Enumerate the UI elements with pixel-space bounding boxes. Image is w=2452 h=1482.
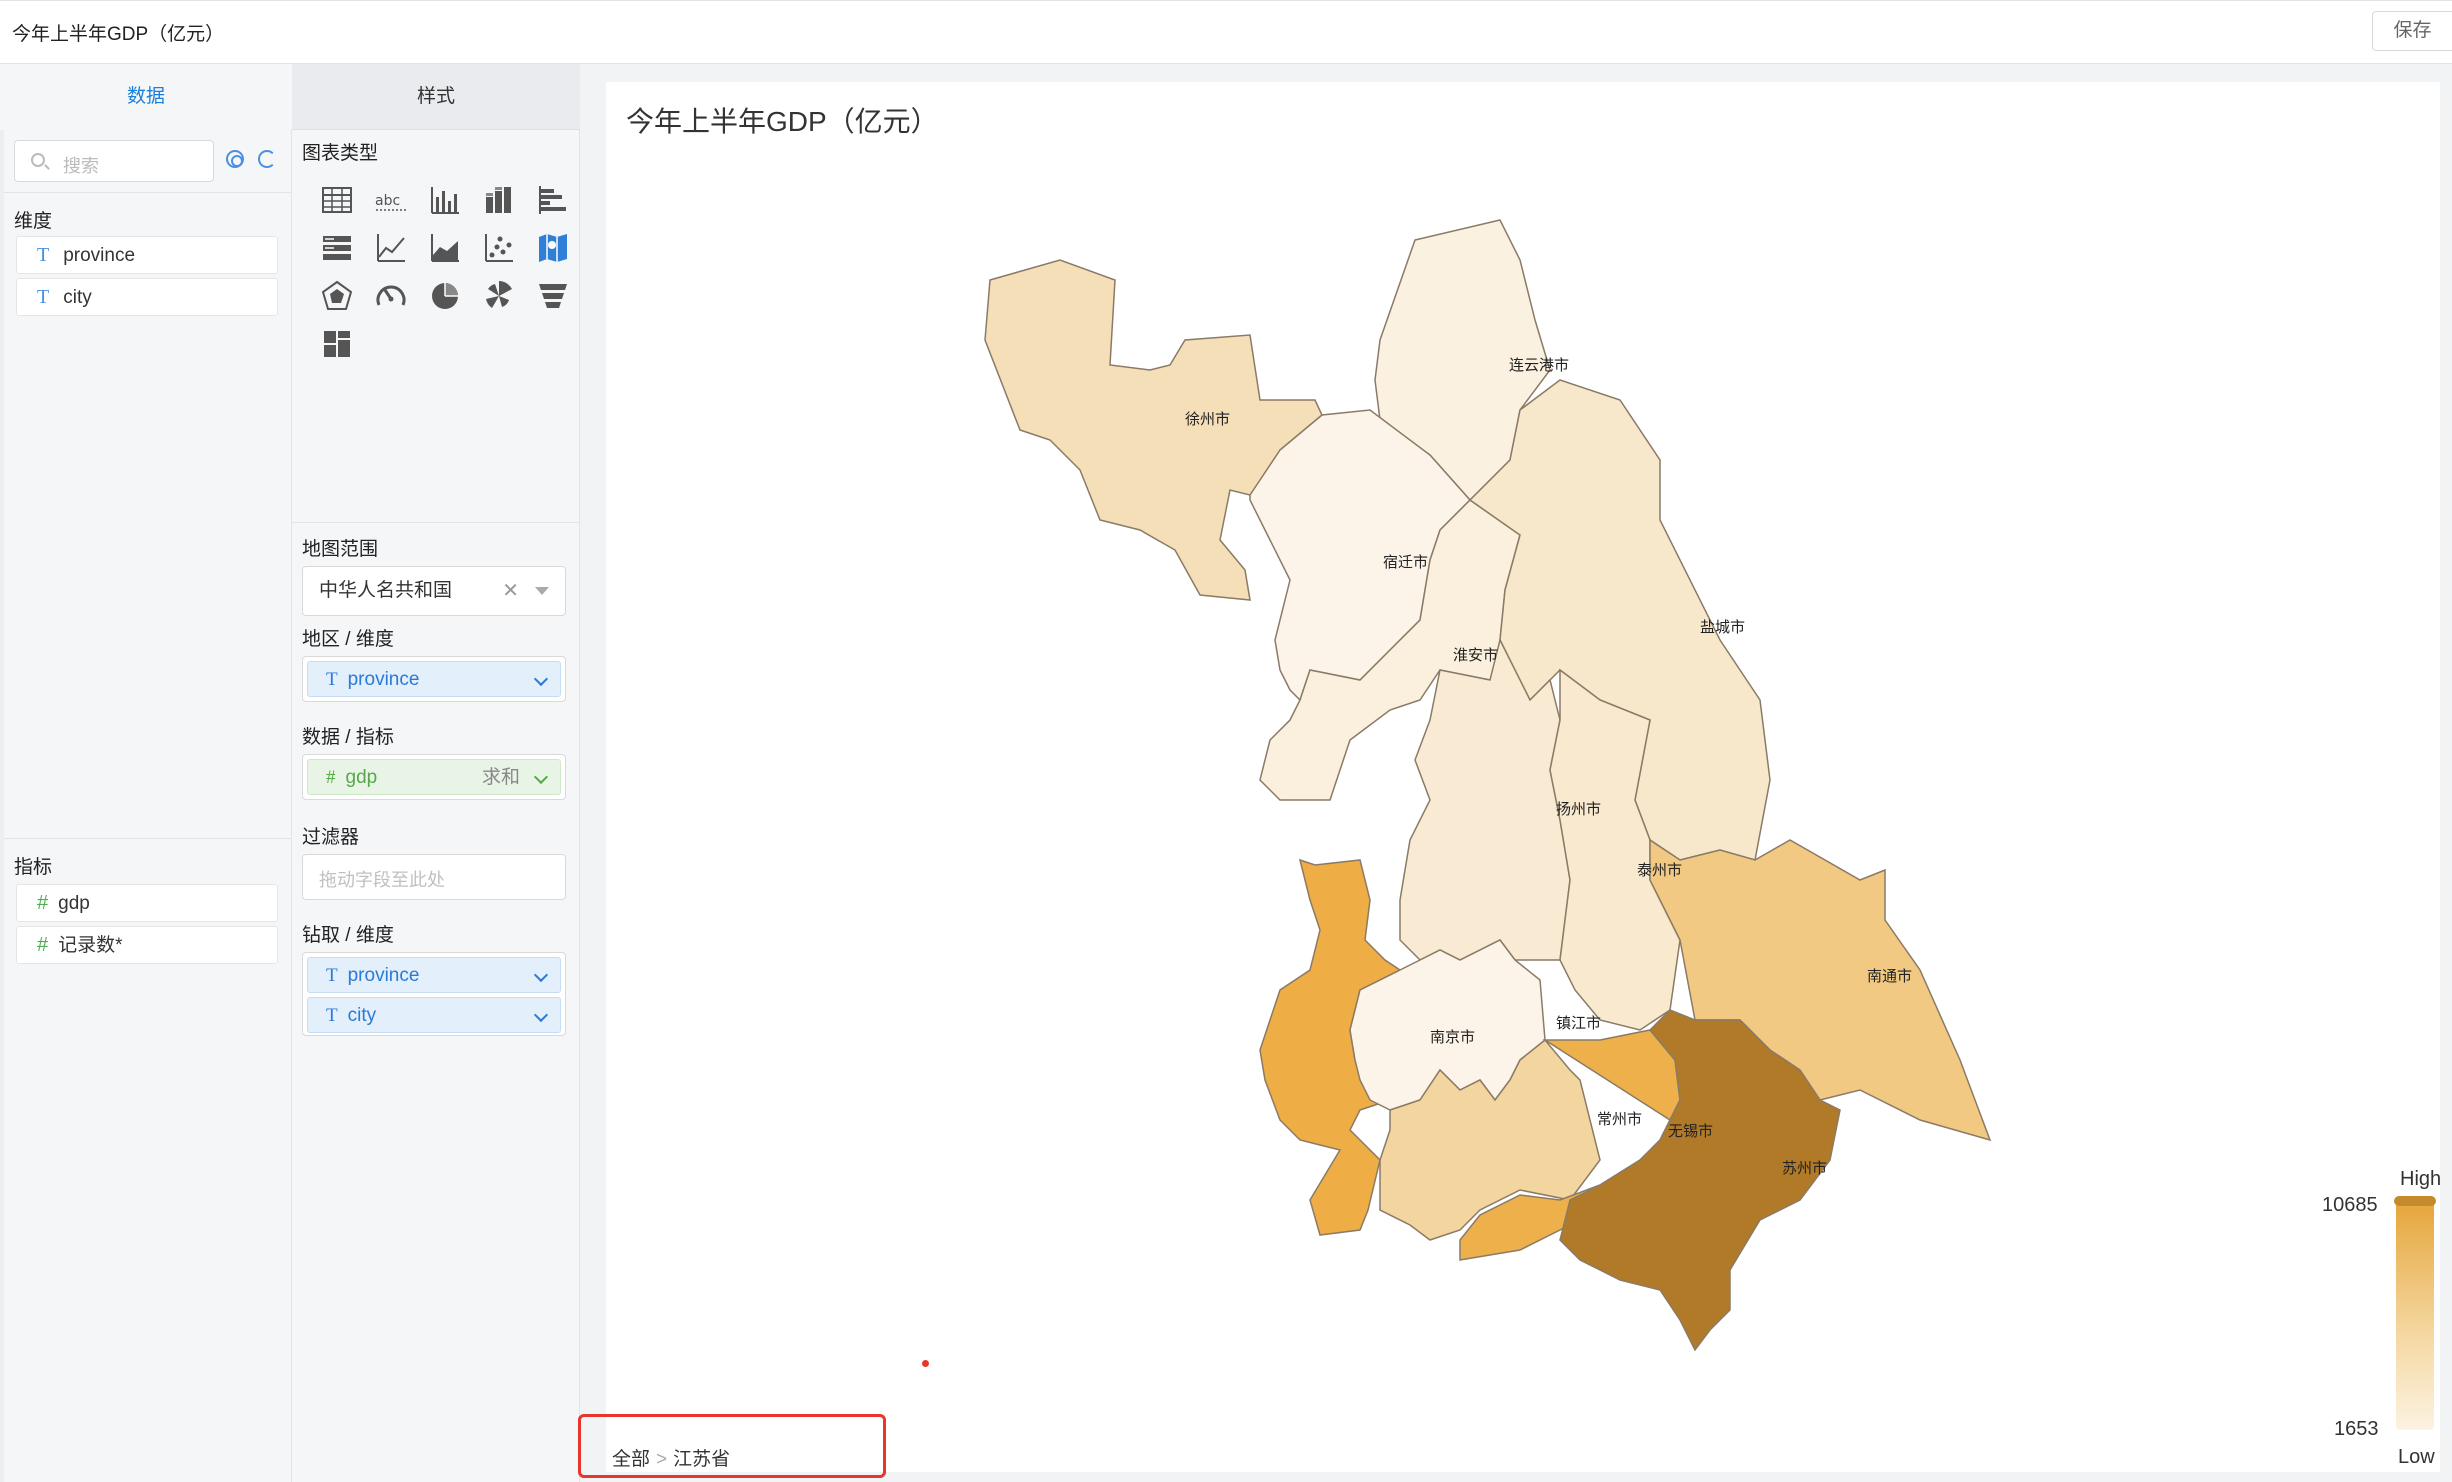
drill-slot[interactable]: Tprovince Tcity (302, 952, 566, 1036)
drill-label: 钻取 / 维度 (302, 925, 394, 946)
tab-data[interactable]: 数据 (0, 64, 292, 130)
dimension-field-province[interactable]: Tprovince (16, 236, 278, 274)
map-scope-value: 中华人名共和国 (319, 580, 453, 601)
divider (4, 192, 292, 193)
funnel-icon[interactable] (526, 272, 580, 320)
legend-gradient[interactable] (2396, 1200, 2434, 1430)
search-placeholder: 搜索 (63, 156, 99, 176)
data-panel (0, 64, 292, 1482)
city-label: 常州市 (1597, 1110, 1642, 1128)
chevron-down-icon[interactable] (533, 671, 549, 687)
dimensions-label: 维度 (14, 211, 53, 232)
map-region-xuzhou (984, 259, 1323, 601)
dashboard-icon[interactable] (310, 320, 364, 368)
map-scope-label: 地图范围 (302, 539, 379, 560)
radar-icon[interactable] (310, 272, 364, 320)
measures-label: 指标 (14, 857, 53, 878)
city-label: 苏州市 (1782, 1159, 1827, 1177)
chevron-down-icon[interactable] (533, 769, 549, 785)
text-type-icon: T (326, 965, 338, 986)
search-input[interactable]: 搜索 (14, 140, 214, 182)
scatter-icon[interactable] (472, 224, 526, 272)
caret-down-icon[interactable] (535, 587, 549, 595)
area-chart-icon[interactable] (418, 224, 472, 272)
save-button[interactable]: 保存 (2372, 11, 2452, 51)
chart-types-label: 图表类型 (302, 143, 379, 164)
detail-table-icon[interactable] (310, 224, 364, 272)
measure-field-gdp[interactable]: # gdp (16, 884, 278, 922)
city-label: 南通市 (1867, 967, 1912, 985)
svg-text:abc: abc (375, 193, 400, 209)
pie-icon[interactable] (418, 272, 472, 320)
city-label: 连云港市 (1509, 356, 1569, 374)
chevron-down-icon[interactable] (533, 1007, 549, 1023)
city-label: 南京市 (1430, 1028, 1475, 1046)
measure-field-count[interactable]: # 记录数* (16, 926, 278, 964)
annotation-highlight-box (578, 1414, 886, 1478)
panel-tabs: 数据 样式 (0, 64, 580, 130)
region-label: 地区 / 维度 (302, 629, 394, 650)
marker-dot (922, 1360, 929, 1367)
legend-min-value: 1653 (2334, 1418, 2379, 1440)
city-label: 扬州市 (1556, 800, 1601, 818)
chart-type-grid: abc (310, 176, 570, 368)
city-label: 无锡市 (1668, 1122, 1713, 1140)
text-type-icon: T (37, 244, 50, 266)
map-icon[interactable] (526, 224, 580, 272)
gauge-icon[interactable] (364, 272, 418, 320)
metric-pill[interactable]: # gdp 求和 (307, 759, 561, 795)
legend-handle[interactable] (2394, 1196, 2436, 1206)
drill-pill-province[interactable]: Tprovince (307, 957, 561, 993)
city-label: 宿迁市 (1383, 553, 1428, 571)
chevron-down-icon[interactable] (533, 967, 549, 983)
horizontal-bar-icon[interactable] (526, 176, 580, 224)
dimension-field-city[interactable]: Tcity (16, 278, 278, 316)
map-scope-select[interactable]: 中华人名共和国 ✕ (302, 566, 566, 616)
bar-chart-icon[interactable] (418, 176, 472, 224)
jiangsu-map: 连云港市 徐州市 宿迁市 淮安市 盐城市 扬州市 泰州市 南通市 南京市 镇江市… (984, 219, 1992, 1352)
text-type-icon: T (37, 286, 50, 308)
stacked-bar-icon[interactable] (472, 176, 526, 224)
aggregation-label: 求和 (481, 767, 520, 788)
region-slot[interactable]: Tprovince (302, 656, 566, 702)
drill-pill-city[interactable]: Tcity (307, 997, 561, 1033)
text-icon[interactable]: abc (364, 176, 418, 224)
line-chart-icon[interactable] (364, 224, 418, 272)
search-icon (31, 153, 45, 167)
number-type-icon: # (37, 892, 49, 914)
filter-drop-zone[interactable]: 拖动字段至此处 (302, 854, 566, 900)
text-type-icon: T (326, 1005, 338, 1026)
city-label: 盐城市 (1700, 618, 1745, 636)
city-label: 淮安市 (1453, 646, 1498, 664)
city-label: 徐州市 (1185, 410, 1230, 428)
filter-label: 过滤器 (302, 827, 360, 848)
divider (292, 522, 580, 523)
clear-icon[interactable]: ✕ (502, 567, 519, 615)
number-type-icon: # (326, 767, 336, 788)
legend-high-label: High (2400, 1168, 2442, 1190)
metric-slot[interactable]: # gdp 求和 (302, 754, 566, 800)
tab-style[interactable]: 样式 (292, 64, 580, 130)
metric-label: 数据 / 指标 (302, 727, 394, 748)
refresh-icon[interactable] (258, 150, 276, 168)
legend-low-label: Low (2398, 1446, 2435, 1468)
table-icon[interactable] (310, 176, 364, 224)
filter-placeholder: 拖动字段至此处 (319, 870, 445, 890)
text-type-icon: T (326, 669, 338, 690)
page-title: 今年上半年GDP（亿元） (12, 24, 225, 45)
legend-max-value: 10685 (2322, 1194, 2378, 1216)
region-pill[interactable]: Tprovince (307, 661, 561, 697)
number-type-icon: # (37, 934, 49, 956)
settings-icon[interactable] (226, 150, 244, 168)
city-label: 镇江市 (1556, 1014, 1601, 1032)
divider (4, 838, 292, 839)
city-label: 泰州市 (1637, 861, 1682, 879)
rose-icon[interactable] (472, 272, 526, 320)
top-bar: 今年上半年GDP（亿元） 保存 (0, 0, 2452, 64)
chart-title: 今年上半年GDP（亿元） (626, 106, 939, 137)
